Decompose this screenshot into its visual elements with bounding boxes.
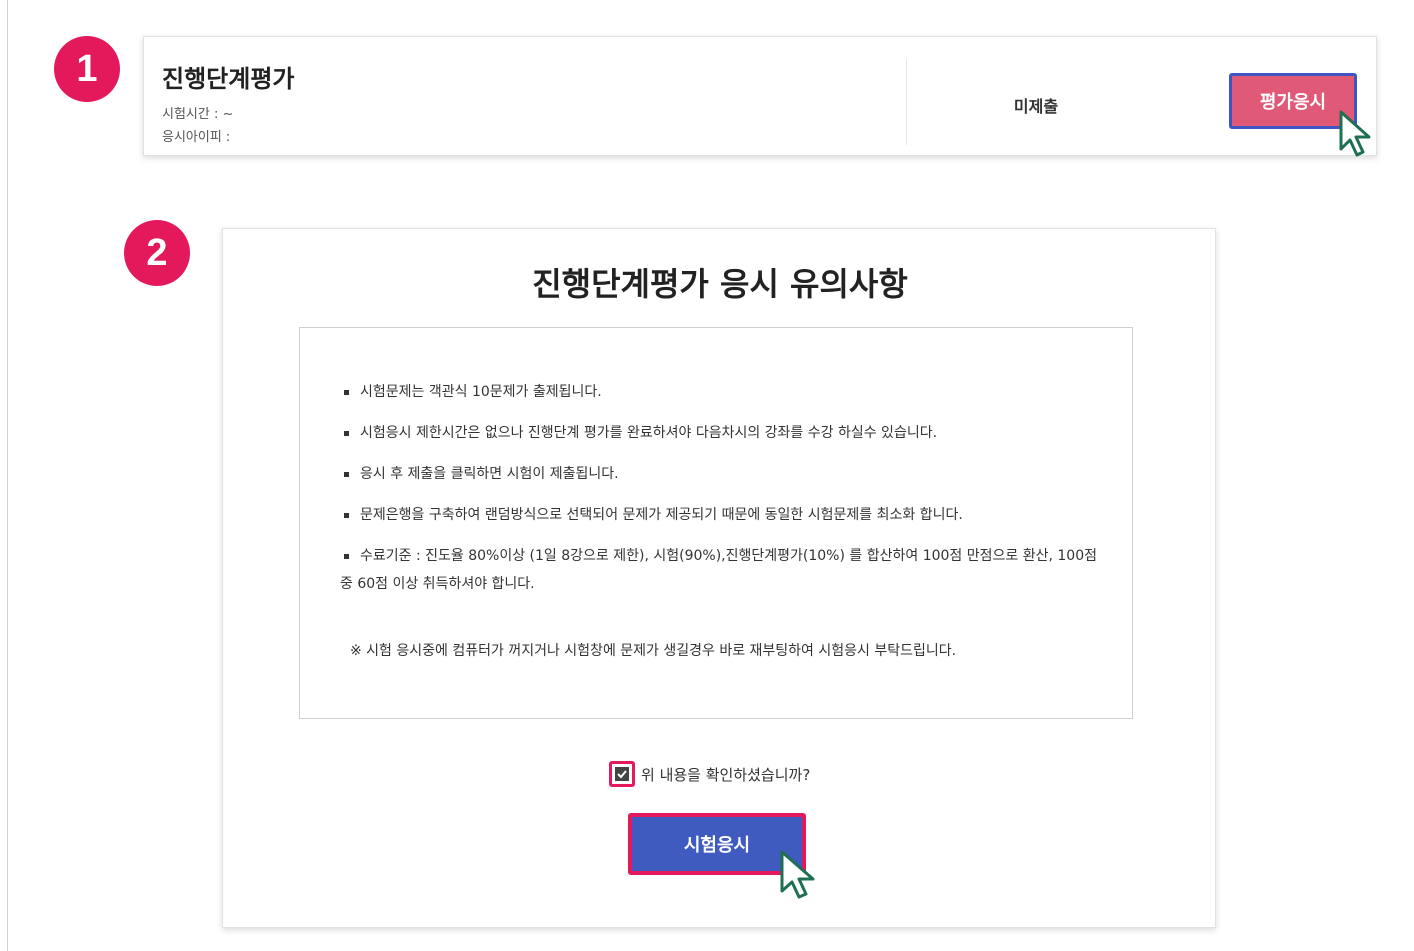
notice-panel: 진행단계평가 응시 유의사항 시험문제는 객관식 10문제가 출제됩니다. 시험…: [222, 228, 1216, 928]
pointer-cursor-icon: [1339, 110, 1371, 157]
notice-box: 시험문제는 객관식 10문제가 출제됩니다. 시험응시 제한시간은 없으나 진행…: [299, 327, 1133, 719]
submit-status: 미제출: [1013, 97, 1059, 116]
notice-item: 응시 후 제출을 클릭하면 시험이 제출됩니다.: [340, 460, 1100, 488]
exam-card: 진행단계평가 시험시간 : ~ 응시아이피 : 미제출 평가응시: [143, 36, 1377, 157]
confirm-row: 위 내용을 확인하셨습니까?: [609, 759, 810, 789]
confirm-label: 위 내용을 확인하셨습니까?: [641, 765, 811, 784]
pointer-cursor-icon: [780, 850, 815, 899]
exam-time-label: 시험시간 : ~: [162, 107, 234, 122]
step-2-badge: 2: [124, 220, 190, 286]
checkbox-fill: [615, 767, 629, 781]
exam-title: 진행단계평가: [162, 65, 295, 93]
step-1-badge: 1: [54, 36, 120, 102]
notice-item: 시험응시 제한시간은 없으나 진행단계 평가를 완료하셔야 다음차시의 강좌를 …: [340, 419, 1100, 447]
left-divider-line: [7, 0, 8, 951]
card-divider: [906, 59, 907, 145]
notice-title: 진행단계평가 응시 유의사항: [532, 265, 908, 303]
checkmark-icon: [617, 770, 627, 779]
exam-ip-label: 응시아이피 :: [162, 130, 231, 145]
notice-list: 시험문제는 객관식 10문제가 출제됩니다. 시험응시 제한시간은 없으나 진행…: [340, 378, 1100, 611]
confirm-checkbox[interactable]: [609, 761, 635, 787]
notice-item: 문제은행을 구축하여 랜덤방식으로 선택되어 문제가 제공되기 때문에 동일한 …: [340, 501, 1100, 529]
notice-item: 시험문제는 객관식 10문제가 출제됩니다.: [340, 378, 1100, 406]
notice-item: 수료기준 : 진도율 80%이상 (1일 8강으로 제한), 시험(90%),진…: [340, 542, 1100, 598]
notice-footnote: ※ 시험 응시중에 컴퓨터가 꺼지거나 시험창에 문제가 생길경우 바로 재부팅…: [350, 643, 957, 659]
